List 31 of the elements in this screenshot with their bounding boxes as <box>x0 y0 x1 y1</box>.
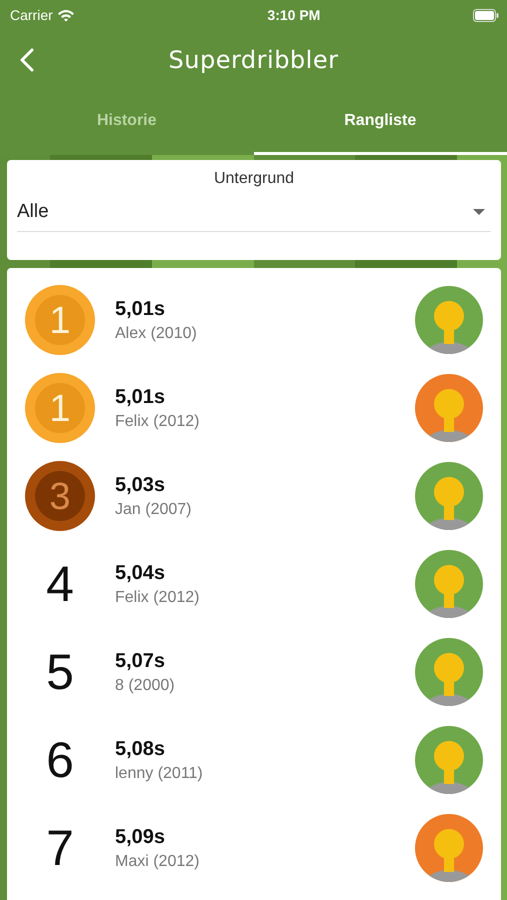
clock-time: 3:10 PM <box>267 7 320 23</box>
rank-number: 6 <box>46 731 74 789</box>
player-name: Felix (2012) <box>115 588 200 606</box>
tab[interactable]: Rangliste <box>254 90 507 155</box>
medal-icon: 3 <box>25 461 95 531</box>
result-time: 5,01s <box>115 298 166 320</box>
result-time: 5,08s <box>115 738 166 760</box>
player-name: Maxi (2012) <box>115 852 200 870</box>
result-time: 5,03s <box>115 474 166 496</box>
player-name: Jan (2007) <box>115 500 192 518</box>
rank-number: 5 <box>46 643 74 701</box>
rank-number: 4 <box>46 555 74 613</box>
medal-icon: 1 <box>25 285 95 355</box>
player-name: Alex (2010) <box>115 324 198 342</box>
wifi-icon <box>56 8 75 22</box>
screen-title: Superdribbler <box>168 46 338 74</box>
result-time: 5,04s <box>115 562 166 584</box>
result-time: 5,07s <box>115 650 166 672</box>
caret-icon <box>473 208 485 216</box>
tab[interactable]: Historie <box>0 90 254 155</box>
surface-dropdown[interactable]: Alle <box>17 193 491 232</box>
rank-number: 7 <box>46 819 74 877</box>
carrier-label: Carrier <box>10 7 53 23</box>
player-name: lenny (2011) <box>115 764 204 782</box>
result-time: 5,09s <box>115 826 166 848</box>
medal-icon: 1 <box>25 373 95 443</box>
battery-icon <box>472 8 499 22</box>
player-name: 8 (2000) <box>115 676 176 694</box>
player-name: Felix (2012) <box>115 412 200 430</box>
result-time: 5,01s <box>115 386 166 408</box>
filter-label: Untergrund <box>212 170 296 188</box>
